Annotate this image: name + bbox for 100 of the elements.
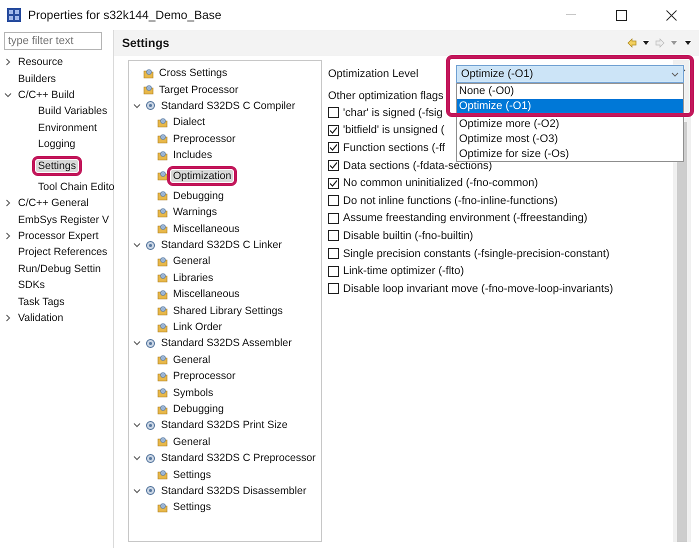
tree-item[interactable]: Standard S32DS Assembler [159, 337, 294, 350]
folder-icon [157, 206, 168, 218]
tree-item[interactable]: Warnings [171, 206, 219, 218]
tree-item[interactable]: Optimization [171, 170, 234, 182]
folder-icon [157, 354, 168, 366]
folder-icon [157, 370, 168, 382]
checkbox-label: Disable loop invariant move (-fno-move-loop-invariants) [343, 282, 614, 295]
checkbox-label: Disable builtin (-fno-builtin) [343, 230, 474, 242]
sidebar-item[interactable]: Run/Debug Settin [16, 262, 103, 275]
chevron-icon[interactable] [4, 314, 12, 322]
checkbox[interactable] [328, 195, 339, 206]
back-arrow-icon[interactable] [627, 38, 637, 48]
checkbox-label: Data sections (-fdata-sections) [343, 160, 492, 172]
folder-icon [157, 116, 168, 128]
checkbox[interactable] [328, 160, 339, 172]
folder-icon [157, 502, 168, 513]
checkbox[interactable] [328, 142, 339, 154]
tree-item[interactable]: Debugging [171, 403, 226, 415]
chevron-icon[interactable] [4, 199, 12, 208]
tree-item[interactable]: Shared Library Settings [171, 304, 285, 317]
sidebar-item[interactable]: EmbSys Register V [16, 214, 112, 226]
sidebar-item[interactable]: Processor Expert [16, 230, 101, 242]
page-title: Settings [122, 36, 170, 50]
tree-item[interactable]: Debugging [171, 190, 226, 202]
caret-icon [671, 72, 679, 76]
optimization-level-dropdown[interactable]: Optimize (-O1) [456, 65, 684, 83]
sidebar-item[interactable]: Task Tags [16, 296, 66, 308]
tree-item[interactable]: Target Processor [157, 84, 240, 96]
folder-icon [157, 305, 168, 316]
filter-field[interactable]: type filter text [4, 32, 102, 50]
tree-item[interactable]: Libraries [171, 272, 216, 284]
sidebar-item[interactable]: C/C++ General [16, 197, 91, 210]
gear-icon [145, 338, 156, 349]
gear-icon [145, 452, 156, 464]
checkbox[interactable] [328, 283, 339, 294]
gear-icon [145, 420, 156, 431]
chevron-icon[interactable] [4, 232, 12, 240]
tree-item[interactable]: Preprocessor [171, 132, 238, 145]
tree-item[interactable]: Includes [171, 149, 214, 162]
chevron-icon[interactable] [133, 102, 141, 110]
sidebar-item[interactable]: Build Variables [36, 105, 110, 118]
checkbox-label: Assume freestanding environment (-ffreestanding) [343, 212, 588, 224]
sidebar-item[interactable]: SDKs [16, 279, 47, 292]
checkbox-label: Link-time optimizer (-flto) [343, 265, 464, 278]
tree-item[interactable]: General [171, 354, 212, 366]
tree-item[interactable]: Link Order [171, 321, 224, 334]
minimize-icon [566, 14, 576, 16]
checkbox-label: No common uninitialized (-fno-common) [343, 177, 538, 190]
tree-item[interactable]: Standard S32DS C Compiler [159, 100, 298, 112]
tree-item[interactable]: Settings [171, 501, 213, 514]
sidebar-item[interactable]: Settings [36, 160, 78, 172]
window-title: Properties for s32k144_Demo_Base [28, 8, 222, 22]
field-label: Optimization Level [328, 68, 418, 80]
sidebar-item[interactable]: Validation [16, 312, 66, 324]
chevron-icon[interactable] [133, 339, 141, 348]
checkbox[interactable] [328, 178, 339, 189]
sidebar-item[interactable]: Environment [36, 122, 99, 134]
checkbox[interactable] [328, 230, 339, 242]
tree-item[interactable]: Settings [171, 468, 213, 481]
tree-item[interactable]: Standard S32DS C Linker [159, 239, 284, 252]
sidebar-item[interactable]: Resource [16, 56, 65, 68]
chevron-icon[interactable] [133, 454, 141, 462]
tree-item[interactable]: Miscellaneous [171, 288, 242, 300]
sidebar-item[interactable]: C/C++ Build [16, 88, 77, 101]
tree-item[interactable]: Standard S32DS Disassembler [159, 484, 308, 497]
tree-item[interactable]: General [171, 436, 212, 448]
gear-icon [145, 100, 156, 112]
chevron-icon[interactable] [4, 90, 12, 99]
folder-icon [157, 170, 168, 182]
tree-item[interactable]: Miscellaneous [171, 222, 242, 235]
folder-icon [157, 387, 168, 398]
tree-item[interactable]: Standard S32DS C Preprocessor [159, 452, 318, 464]
folder-icon [157, 190, 168, 202]
checkbox[interactable] [328, 266, 339, 277]
sidebar-item[interactable]: Tool Chain Edito [36, 180, 116, 193]
tree-item[interactable]: Dialect [171, 116, 208, 128]
close-icon [666, 10, 676, 20]
folder-icon [157, 150, 168, 161]
chevron-icon[interactable] [4, 58, 12, 66]
chevron-icon[interactable] [133, 241, 141, 250]
folder-icon [157, 223, 168, 234]
sidebar-item[interactable]: Builders [16, 72, 58, 85]
chevron-icon[interactable] [133, 486, 141, 495]
dropdown-option[interactable]: Optimize (-O1) [457, 98, 683, 114]
checkbox[interactable] [328, 248, 339, 260]
tree-item[interactable]: General [171, 255, 212, 268]
scrollbar-thumb[interactable] [677, 122, 687, 542]
tree-item[interactable]: Symbols [171, 386, 216, 399]
folder-icon [143, 84, 154, 96]
gear-icon [145, 240, 156, 251]
tree-item[interactable]: Cross Settings [157, 67, 230, 80]
folder-icon [157, 322, 168, 333]
checkbox[interactable] [328, 107, 339, 118]
sidebar-item[interactable]: Logging [36, 138, 78, 150]
tree-item[interactable]: Standard S32DS Print Size [159, 419, 290, 432]
checkbox[interactable] [328, 212, 339, 224]
sidebar-item[interactable]: Project References [16, 246, 110, 258]
tree-item[interactable]: Preprocessor [171, 370, 238, 382]
checkbox[interactable] [328, 124, 339, 136]
chevron-icon[interactable] [133, 421, 141, 430]
